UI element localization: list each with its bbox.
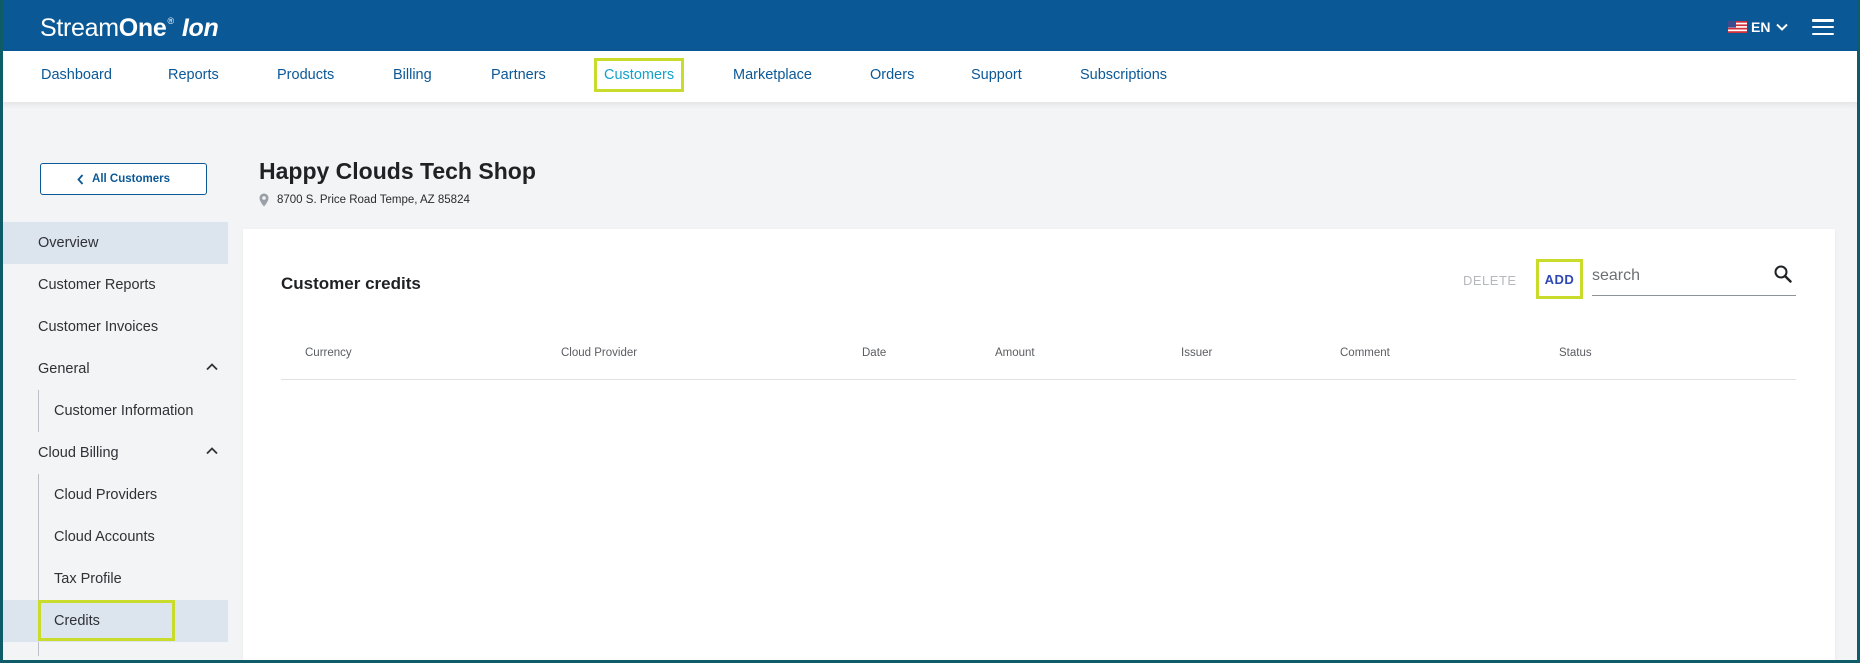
us-flag-icon xyxy=(1728,21,1747,33)
nav-support[interactable]: Support xyxy=(971,67,1022,83)
sidebar-general-items: Customer Information xyxy=(3,390,228,432)
logo-one-text: One xyxy=(118,14,167,42)
sidebar-item-customer-invoices[interactable]: Customer Invoices xyxy=(3,306,228,348)
main-navigation: Dashboard Reports Products Billing Partn… xyxy=(0,51,1860,102)
customer-address: 8700 S. Price Road Tempe, AZ 85824 xyxy=(259,193,470,207)
logo-stream-text: Stream xyxy=(40,14,119,42)
sidebar-item-customer-information[interactable]: Customer Information xyxy=(3,390,228,432)
sidebar-group-cloud-billing[interactable]: Cloud Billing xyxy=(3,432,228,474)
search-icon[interactable] xyxy=(1774,265,1792,283)
add-button[interactable]: ADD xyxy=(1536,259,1583,299)
sidebar-item-credits[interactable]: Credits xyxy=(3,600,228,642)
column-header-date[interactable]: Date xyxy=(862,347,886,359)
streamone-ion-logo[interactable]: StreamOne® Ion xyxy=(40,14,219,43)
all-customers-button[interactable]: All Customers xyxy=(40,163,207,195)
chevron-down-icon xyxy=(1776,23,1789,31)
sidebar-group-cloud-billing-label: Cloud Billing xyxy=(38,445,119,461)
delete-button[interactable]: DELETE xyxy=(1463,273,1517,288)
sidebar-item-cloud-accounts[interactable]: Cloud Accounts xyxy=(3,516,228,558)
hamburger-menu-icon[interactable] xyxy=(1812,19,1834,36)
sidebar-group-general-label: General xyxy=(38,361,90,377)
sidebar-item-overview[interactable]: Overview xyxy=(3,222,228,264)
nav-billing[interactable]: Billing xyxy=(393,67,432,83)
column-header-currency[interactable]: Currency xyxy=(305,347,352,359)
chevron-left-icon xyxy=(77,173,84,185)
logo-ion-text: Ion xyxy=(181,14,219,42)
sidebar-item-tax-profile[interactable]: Tax Profile xyxy=(3,558,228,600)
column-header-status[interactable]: Status xyxy=(1559,347,1592,359)
highlight-box xyxy=(38,600,175,641)
column-header-comment[interactable]: Comment xyxy=(1340,347,1390,359)
sidebar-item-partial xyxy=(3,642,228,656)
customer-sidebar: Overview Customer Reports Customer Invoi… xyxy=(3,222,228,656)
nav-dashboard[interactable]: Dashboard xyxy=(41,67,112,83)
language-selector[interactable]: EN xyxy=(1728,19,1789,35)
column-header-cloud-provider[interactable]: Cloud Provider xyxy=(561,347,637,359)
logo-registered-mark: ® xyxy=(167,16,175,26)
nav-partners[interactable]: Partners xyxy=(491,67,546,83)
customer-address-text: 8700 S. Price Road Tempe, AZ 85824 xyxy=(277,194,470,206)
credits-table-header: Currency Cloud Provider Date Amount Issu… xyxy=(281,327,1796,380)
nav-subscriptions[interactable]: Subscriptions xyxy=(1080,67,1167,83)
column-header-issuer[interactable]: Issuer xyxy=(1181,347,1212,359)
chevron-up-icon xyxy=(206,363,218,371)
location-pin-icon xyxy=(259,193,269,207)
sidebar-item-customer-reports[interactable]: Customer Reports xyxy=(3,264,228,306)
sidebar-item-cloud-providers[interactable]: Cloud Providers xyxy=(3,474,228,516)
column-header-amount[interactable]: Amount xyxy=(995,347,1035,359)
nav-products[interactable]: Products xyxy=(277,67,334,83)
customer-credits-card: Customer credits DELETE ADD Currency Clo… xyxy=(243,229,1835,663)
sidebar-cloud-billing-items: Cloud Providers Cloud Accounts Tax Profi… xyxy=(3,474,228,656)
chevron-up-icon xyxy=(206,447,218,455)
sidebar-group-general[interactable]: General xyxy=(3,348,228,390)
search-field xyxy=(1592,259,1796,296)
customer-name-title: Happy Clouds Tech Shop xyxy=(259,158,536,184)
nav-reports[interactable]: Reports xyxy=(168,67,219,83)
top-header-bar: StreamOne® Ion EN xyxy=(0,0,1860,51)
nav-marketplace[interactable]: Marketplace xyxy=(733,67,812,83)
nav-orders[interactable]: Orders xyxy=(870,67,914,83)
all-customers-label: All Customers xyxy=(92,173,170,185)
language-code: EN xyxy=(1751,19,1771,35)
customer-credits-title: Customer credits xyxy=(281,274,421,293)
search-input[interactable] xyxy=(1592,259,1762,293)
nav-customers[interactable]: Customers xyxy=(593,58,685,92)
